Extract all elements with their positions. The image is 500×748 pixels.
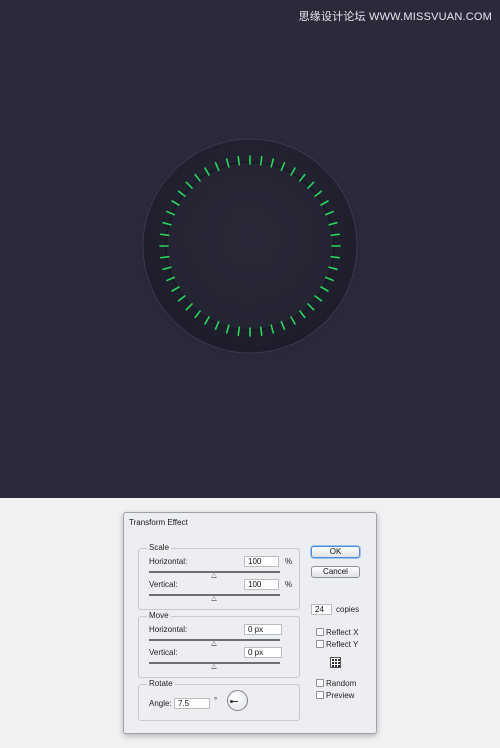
move-horizontal-slider-thumb[interactable] [211, 641, 217, 646]
dial-tick [330, 255, 341, 259]
dial-tick [259, 326, 263, 337]
scale-legend: Scale [147, 543, 172, 552]
dialog-title: Transform Effect [129, 518, 188, 527]
random-checkbox[interactable] [316, 679, 324, 687]
move-vertical-label: Vertical: [149, 648, 178, 657]
reflect-y-label: Reflect Y [326, 640, 359, 649]
preview-label: Preview [326, 691, 355, 700]
dial-tick [159, 255, 170, 259]
scale-vertical-label: Vertical: [149, 580, 178, 589]
move-horizontal-label: Horizontal: [149, 625, 188, 634]
reflect-y-checkbox[interactable] [316, 640, 324, 648]
scale-vertical-slider-thumb[interactable] [211, 596, 217, 601]
move-vertical-input[interactable]: 0 px [244, 647, 282, 658]
preview-checkbox[interactable] [316, 691, 324, 699]
rotate-angle-input[interactable]: 7.5 [174, 698, 210, 709]
dial-tick [237, 155, 241, 166]
random-label: Random [326, 679, 357, 688]
artwork-canvas: 思缘设计论坛 WWW.MISSVUAN.COM [0, 0, 500, 498]
dial-tick [330, 233, 341, 237]
scale-horizontal-label: Horizontal: [149, 557, 188, 566]
rotate-group: Rotate Angle: 7.5 ° [138, 679, 300, 721]
scale-vertical-unit: % [285, 580, 293, 589]
copies-label: copies [336, 605, 360, 614]
reference-point-icon[interactable] [330, 657, 341, 668]
move-group: Move Horizontal: 0 px Vertical: 0 px [138, 611, 300, 678]
rotate-angle-dial[interactable] [227, 690, 248, 711]
transform-effect-dialog: Transform Effect Scale Horizontal: 100 %… [123, 512, 377, 734]
dial-tick [259, 155, 263, 166]
move-vertical-slider-thumb[interactable] [211, 664, 217, 669]
ok-button[interactable]: OK [311, 546, 360, 558]
move-legend: Move [147, 611, 171, 620]
rotate-legend: Rotate [147, 679, 175, 688]
dial-tick [237, 326, 241, 337]
scale-horizontal-slider-thumb[interactable] [211, 573, 217, 578]
move-horizontal-input[interactable]: 0 px [244, 624, 282, 635]
scale-horizontal-input[interactable]: 100 [244, 556, 279, 567]
dial-artwork [126, 124, 374, 372]
scale-horizontal-unit: % [285, 557, 293, 566]
dial-tick [159, 233, 170, 237]
angle-dial-dot [230, 700, 233, 703]
rotate-angle-label: Angle: [149, 699, 172, 708]
reflect-x-label: Reflect X [326, 628, 359, 637]
copies-input[interactable]: 24 [311, 604, 332, 615]
rotate-angle-unit: ° [214, 696, 218, 705]
scale-group: Scale Horizontal: 100 % Vertical: 100 % [138, 543, 300, 610]
reflect-x-checkbox[interactable] [316, 628, 324, 636]
cancel-button[interactable]: Cancel [311, 566, 360, 578]
scale-vertical-input[interactable]: 100 [244, 579, 279, 590]
watermark-text: 思缘设计论坛 WWW.MISSVUAN.COM [298, 11, 492, 23]
